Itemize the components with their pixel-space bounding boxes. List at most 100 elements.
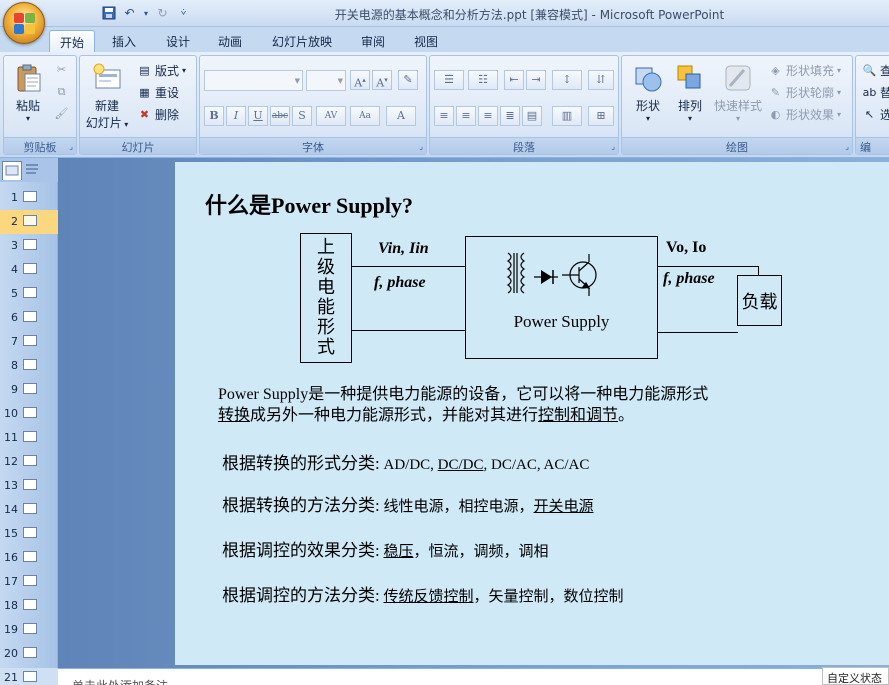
source-label: 上级电能形式 <box>310 237 342 357</box>
slide-thumbnail[interactable]: 13 <box>0 474 58 498</box>
underline-icon[interactable]: U <box>248 106 268 126</box>
tab-slideshow[interactable]: 幻灯片放映 <box>262 30 342 52</box>
slide-number: 20 <box>4 647 18 660</box>
slide-thumbnail[interactable]: 18 <box>0 594 58 618</box>
format-painter-button[interactable]: 🖌 <box>54 106 69 121</box>
grow-font-icon[interactable]: A▴ <box>350 70 370 90</box>
reset-label: 重设 <box>155 86 180 100</box>
character-spacing-icon[interactable]: AV <box>316 106 346 126</box>
strikethrough-icon[interactable]: abc <box>270 106 290 126</box>
slide-thumbnail[interactable]: 7 <box>0 330 58 354</box>
find-button[interactable]: 🔍 查 <box>862 62 889 79</box>
slide-thumbnail[interactable]: 16 <box>0 546 58 570</box>
slide-thumbnail[interactable]: 10 <box>0 402 58 426</box>
italic-icon[interactable]: I <box>226 106 246 126</box>
window-title: 开关电源的基本概念和分析方法.ppt [兼容模式] - Microsoft Po… <box>334 8 725 22</box>
arrange-button[interactable]: 排列 ▾ <box>670 62 710 123</box>
office-logo-icon <box>14 13 36 35</box>
quick-styles-button[interactable]: 快速样式 ▾ <box>712 62 764 123</box>
editing-group: 🔍 查 ab 替 ↖ 选 编 <box>855 55 889 155</box>
slide-preview-icon <box>23 527 37 538</box>
shrink-font-icon[interactable]: A▾ <box>372 70 392 90</box>
slide-thumbnail[interactable]: 3 <box>0 234 58 258</box>
office-button[interactable] <box>3 2 45 44</box>
reset-button[interactable]: ▦ 重设 <box>137 84 179 101</box>
slide-thumbnail[interactable]: 6 <box>0 306 58 330</box>
numbering-icon[interactable]: ☷ <box>468 70 498 90</box>
justify-icon[interactable]: ≣ <box>500 106 520 126</box>
tab-review[interactable]: 审阅 <box>351 30 395 52</box>
copy-button[interactable]: ⧉ <box>54 84 69 99</box>
bullets-icon[interactable]: ☰ <box>434 70 464 90</box>
font-name-combo[interactable]: ▼ <box>204 70 303 91</box>
slide-thumbnail[interactable]: 2 <box>0 210 58 234</box>
slide-thumbnail[interactable]: 1 <box>0 186 58 210</box>
font-color-icon[interactable]: A <box>386 106 416 126</box>
slide-thumbnail[interactable]: 20 <box>0 642 58 666</box>
cut-button[interactable]: ✂ <box>54 62 69 77</box>
columns-icon[interactable]: ▥ <box>552 106 582 126</box>
change-case-icon[interactable]: Aa <box>350 106 380 126</box>
align-center-icon[interactable]: ≡ <box>456 106 476 126</box>
paragraph-dialog-launcher-icon[interactable]: ⌟ <box>611 142 615 151</box>
font-dialog-launcher-icon[interactable]: ⌟ <box>419 142 423 151</box>
slide-thumbnail[interactable]: 14 <box>0 498 58 522</box>
clear-formatting-icon[interactable]: ✎ <box>398 70 418 90</box>
align-right-icon[interactable]: ≡ <box>478 106 498 126</box>
tab-design[interactable]: 设计 <box>156 30 200 52</box>
align-left-icon[interactable]: ≡ <box>434 106 454 126</box>
text-direction-icon[interactable]: ⇵ <box>588 70 614 90</box>
tab-view[interactable]: 视图 <box>404 30 448 52</box>
layout-button[interactable]: ▤ 版式 ▾ <box>137 62 186 79</box>
slide-thumbnail[interactable]: 17 <box>0 570 58 594</box>
select-button[interactable]: ↖ 选 <box>862 106 889 123</box>
line-spacing-icon[interactable]: ↕ <box>552 70 582 90</box>
text-shadow-icon[interactable]: S <box>292 106 312 126</box>
slide-preview-icon <box>23 647 37 658</box>
slide-canvas[interactable]: 什么是Power Supply? 上级电能形式 Vin, Iin f, phas… <box>175 162 889 665</box>
slide-thumbnail[interactable]: 8 <box>0 354 58 378</box>
delete-button[interactable]: ✖ 删除 <box>137 106 179 123</box>
slide-thumbnail[interactable]: 4 <box>0 258 58 282</box>
decrease-indent-icon[interactable]: ⇤ <box>504 70 524 90</box>
shapes-button[interactable]: 形状 ▾ <box>628 62 668 123</box>
paste-button[interactable]: 粘贴 ▾ <box>8 62 48 123</box>
slide-thumbnail[interactable]: 15 <box>0 522 58 546</box>
slide-thumbnail[interactable]: 5 <box>0 282 58 306</box>
diode-icon <box>534 270 558 284</box>
slide-number: 16 <box>4 551 18 564</box>
tab-animation[interactable]: 动画 <box>208 30 252 52</box>
source-char: 能 <box>317 297 335 317</box>
slide-thumbnail-panel: 1 2 3 4 5 6 7 8 9 10 11 12 13 14 15 16 17 18 19 20 21 <box>0 182 58 684</box>
slides-tab-icon[interactable] <box>2 161 22 180</box>
slide-thumbnail[interactable]: 12 <box>0 450 58 474</box>
delete-icon: ✖ <box>139 108 150 121</box>
outline-tab-icon[interactable] <box>22 161 44 180</box>
notes-pane[interactable]: 单击此处添加备注 <box>58 668 889 685</box>
clipboard-group-label: 剪贴板 <box>4 137 76 154</box>
dialog-launcher-icon[interactable]: ⌟ <box>69 142 73 151</box>
replace-button[interactable]: ab 替 <box>862 84 889 101</box>
tab-insert[interactable]: 插入 <box>102 30 146 52</box>
slide-title[interactable]: 什么是Power Supply? <box>205 188 413 220</box>
font-size-combo[interactable]: ▼ <box>306 70 346 91</box>
tab-home[interactable]: 开始 <box>49 30 96 52</box>
shape-fill-button[interactable]: ◈ 形状填充 ▾ <box>768 62 841 79</box>
slide-preview-icon <box>23 383 37 394</box>
shape-effects-button[interactable]: ◐ 形状效果 ▾ <box>768 106 841 123</box>
bold-icon[interactable]: B <box>204 106 224 126</box>
new-slide-button[interactable]: 新建 幻灯片 ▾ <box>84 62 130 131</box>
slide-thumbnail[interactable]: 11 <box>0 426 58 450</box>
replace-icon: ab <box>862 86 877 99</box>
drawing-dialog-launcher-icon[interactable]: ⌟ <box>845 142 849 151</box>
distributed-icon[interactable]: ▤ <box>522 106 542 126</box>
source-char: 形 <box>317 317 335 337</box>
slide-thumbnail[interactable]: 19 <box>0 618 58 642</box>
slide-thumbnail[interactable]: 21 <box>0 666 58 685</box>
classification-line: 根据转换的形式分类: AD/DC, DC/DC, DC/AC, AC/AC <box>222 449 589 474</box>
increase-indent-icon[interactable]: ⇥ <box>526 70 546 90</box>
slide-thumbnail[interactable]: 9 <box>0 378 58 402</box>
slide-number: 10 <box>4 407 18 420</box>
shape-outline-button[interactable]: ✎ 形状轮廓 ▾ <box>768 84 841 101</box>
smartart-icon[interactable]: ⊞ <box>588 106 614 126</box>
